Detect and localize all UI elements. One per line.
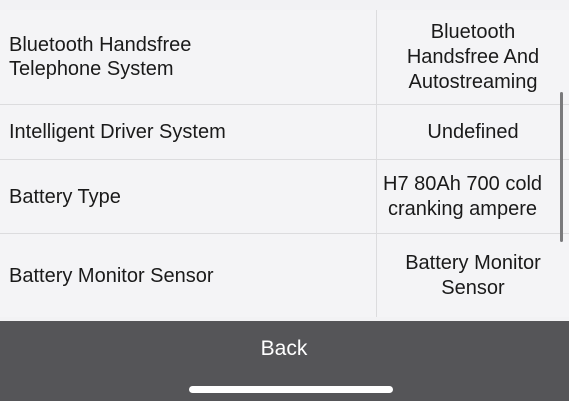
table-row: Intelligent Driver System Undefined [0,105,569,160]
table-row: Battery Type H7 80Ah 700 cold cranking a… [0,160,569,234]
back-button[interactable]: Back [234,331,334,367]
home-indicator[interactable] [189,386,393,393]
bottom-bar: Back [0,321,569,401]
spec-value: Bluetooth Handsfree And Autostreaming [376,10,569,104]
spec-label: Bluetooth Handsfree Telephone System [9,34,192,80]
spec-table: Bluetooth Handsfree Telephone System Blu… [0,10,569,317]
spec-value: Undefined [376,105,569,159]
scrollbar[interactable] [560,92,563,242]
spec-label: Battery Monitor Sensor [9,264,214,287]
spec-value-container: H7 80Ah 700 cold cranking ampere [376,160,569,233]
spec-value: H7 80Ah 700 cold cranking ampere [383,172,543,220]
spec-value: Battery Monitor Sensor [376,234,569,317]
spec-label: Battery Type [9,185,121,208]
spec-label: Intelligent Driver System [9,121,226,143]
table-row: Battery Monitor Sensor Battery Monitor S… [0,234,569,317]
table-row: Bluetooth Handsfree Telephone System Blu… [0,10,569,105]
vehicle-spec-screen: Bluetooth Handsfree Telephone System Blu… [0,0,569,401]
